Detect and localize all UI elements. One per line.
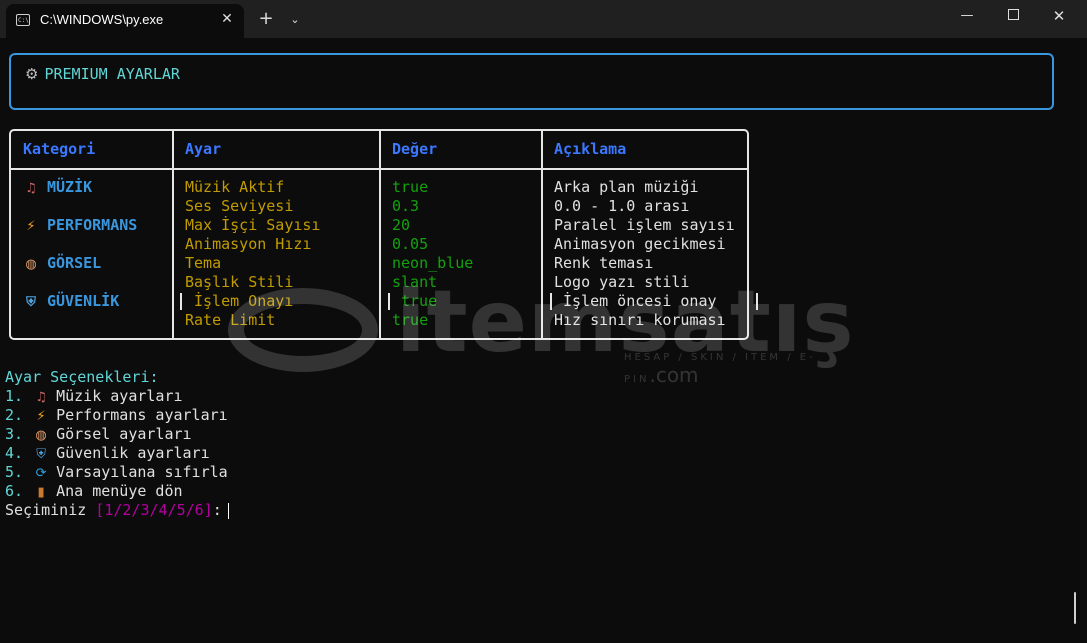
- choice-prompt[interactable]: Seçiminiz [1/2/3/4/5/6]:: [5, 501, 229, 520]
- text-cursor: [227, 502, 229, 519]
- setting-name: İşlem Onayı: [194, 292, 294, 310]
- setting-name: Başlık Stili: [185, 273, 294, 291]
- door-icon: ▮: [37, 485, 45, 500]
- setting-description: İşlem öncesi onay: [563, 292, 717, 310]
- gear-icon: ⚙: [25, 65, 39, 83]
- minimize-icon: —: [960, 8, 974, 23]
- header-aciklama: Açıklama: [554, 140, 627, 158]
- header-deger: Değer: [392, 140, 438, 158]
- menu-option-2: 2. ⚡ Performans ayarları: [5, 406, 228, 424]
- palette-icon: ◍: [25, 257, 37, 272]
- column-divider: [172, 131, 174, 338]
- setting-description: Paralel işlem sayısı: [554, 216, 735, 234]
- setting-value: neon_blue: [392, 254, 474, 272]
- setting-name: Rate Limit: [185, 311, 276, 329]
- header-ayar: Ayar: [185, 140, 222, 158]
- setting-description: Arka plan müziği: [554, 178, 699, 196]
- scrollbar[interactable]: [1074, 592, 1076, 624]
- terminal-icon: C:\: [16, 14, 30, 26]
- column-divider: [379, 131, 381, 338]
- misaligned-border: [550, 293, 552, 310]
- new-tab-button[interactable]: +: [256, 8, 276, 30]
- setting-description: Animasyon gecikmesi: [554, 235, 726, 253]
- setting-value: true: [392, 178, 429, 196]
- setting-value: true: [392, 311, 429, 329]
- terminal-tab[interactable]: C:\ C:\WINDOWS\py.exe ✕: [6, 4, 244, 38]
- setting-description: Renk teması: [554, 254, 654, 272]
- setting-value: 0.05: [392, 235, 429, 253]
- setting-name: Ses Seviyesi: [185, 197, 294, 215]
- music-note-icon: ♫: [35, 390, 47, 405]
- close-window-button[interactable]: ✕: [1036, 0, 1082, 32]
- setting-value: true: [401, 292, 438, 310]
- setting-value: slant: [392, 273, 438, 291]
- refresh-icon: ⟳: [35, 466, 47, 481]
- misaligned-border: [388, 293, 390, 310]
- setting-name: Max İşçi Sayısı: [185, 216, 321, 234]
- menu-option-6: 6. ▮ Ana menüye dön: [5, 482, 183, 500]
- misaligned-border: [756, 293, 758, 310]
- menu-option-1: 1. ♫ Müzik ayarları: [5, 387, 183, 405]
- lightning-icon: ⚡: [36, 409, 46, 424]
- menu-option-5: 5. ⟳ Varsayılana sıfırla: [5, 463, 228, 481]
- tab-title: C:\WINDOWS\py.exe: [40, 12, 164, 27]
- header-kategori: Kategori: [23, 140, 96, 158]
- setting-description: Logo yazı stili: [554, 273, 690, 291]
- tab-dropdown-button[interactable]: ⌄: [285, 9, 305, 31]
- maximize-icon: [1007, 8, 1019, 20]
- misaligned-border: [180, 293, 182, 310]
- setting-name: Animasyon Hızı: [185, 235, 312, 253]
- watermark-tagline: HESAP / SKIN / ITEM / E-PIN.com: [624, 352, 816, 387]
- close-tab-button[interactable]: ✕: [216, 8, 238, 30]
- close-icon: ✕: [221, 11, 233, 27]
- setting-description: 0.0 - 1.0 arası: [554, 197, 690, 215]
- title-bar: C:\ C:\WINDOWS\py.exe ✕ + ⌄ — ✕: [0, 0, 1087, 38]
- choice-options: [1/2/3/4/5/6]: [95, 501, 213, 519]
- settings-table: Kategori Ayar Değer Açıklama ♫ MÜZİK ⚡ PER…: [9, 129, 758, 340]
- palette-icon: ◍: [35, 428, 47, 443]
- shield-icon: ⛨: [36, 447, 46, 462]
- setting-name: Tema: [185, 254, 222, 272]
- close-icon: ✕: [1052, 7, 1066, 25]
- lightning-icon: ⚡: [26, 219, 36, 234]
- category-gorsel: ◍ GÖRSEL: [23, 254, 101, 274]
- setting-name: Müzik Aktif: [185, 178, 285, 196]
- category-performans: ⚡ PERFORMANS: [23, 216, 137, 236]
- plus-icon: +: [258, 8, 274, 29]
- premium-panel: ⚙ PREMIUM AYARLAR: [9, 53, 1054, 110]
- minimize-button[interactable]: —: [944, 0, 990, 32]
- column-divider: [541, 131, 543, 338]
- setting-description: Hız sınırı koruması: [554, 311, 726, 329]
- menu-title: Ayar Seçenekleri:: [5, 368, 159, 386]
- shield-icon: ⛨: [26, 295, 36, 310]
- header-divider: [11, 168, 747, 170]
- options-menu: Ayar Seçenekleri: 1. ♫ Müzik ayarları 2. …: [5, 368, 229, 520]
- setting-value: 20: [392, 216, 411, 234]
- music-note-icon: ♫: [25, 181, 37, 196]
- category-muzik: ♫ MÜZİK: [23, 178, 92, 198]
- maximize-button[interactable]: [990, 0, 1036, 32]
- chevron-down-icon: ⌄: [290, 13, 300, 26]
- menu-option-3: 3. ◍ Görsel ayarları: [5, 425, 192, 443]
- panel-title: PREMIUM AYARLAR: [44, 65, 180, 83]
- setting-value: 0.3: [392, 197, 420, 215]
- menu-option-4: 4. ⛨ Güvenlik ayarları: [5, 444, 210, 462]
- category-guvenlik: ⛨ GÜVENLİK: [23, 292, 119, 312]
